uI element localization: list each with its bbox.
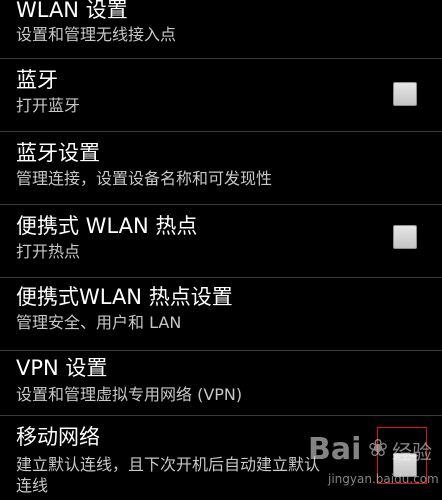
- pref-title: 蓝牙: [16, 68, 58, 92]
- pref-title: WLAN 设置: [16, 0, 128, 22]
- pref-summary: 设置和管理虚拟专用网络 (VPN): [16, 385, 243, 404]
- watermark-logo-suffix: 经验: [392, 440, 432, 464]
- paw-icon: ❀: [368, 434, 389, 462]
- pref-summary: 设置和管理无线接入点: [16, 25, 177, 44]
- bluetooth-checkbox[interactable]: [393, 82, 417, 106]
- watermark-logo-text: Bai: [308, 432, 362, 467]
- baidu-watermark: Bai ❀ 经验 jingyan.baidu.com: [300, 430, 440, 500]
- pref-summary: 建立默认连线，且下次开机后自动建立默认: [16, 455, 321, 474]
- pref-bluetooth[interactable]: 蓝牙 打开蓝牙: [0, 59, 442, 131]
- pref-wlan-settings[interactable]: WLAN 设置 设置和管理无线接入点: [0, 0, 442, 58]
- pref-bluetooth-settings[interactable]: 蓝牙设置 管理连接，设置设备名称和可发现性: [0, 132, 442, 204]
- pref-summary: 管理连接，设置设备名称和可发现性: [16, 169, 273, 188]
- hotspot-checkbox[interactable]: [393, 225, 417, 249]
- pref-title: 便携式WLAN 热点设置: [16, 285, 233, 309]
- pref-hotspot-settings[interactable]: 便携式WLAN 热点设置 管理安全、用户和 LAN: [0, 278, 442, 350]
- watermark-url: jingyan.baidu.com: [328, 472, 439, 486]
- pref-title: VPN 设置: [16, 356, 108, 380]
- pref-title: 移动网络: [16, 425, 100, 449]
- pref-summary: 打开蓝牙: [16, 96, 81, 115]
- pref-portable-hotspot[interactable]: 便携式 WLAN 热点 打开热点: [0, 205, 442, 277]
- pref-title: 蓝牙设置: [16, 141, 100, 165]
- pref-vpn-settings[interactable]: VPN 设置 设置和管理虚拟专用网络 (VPN): [0, 351, 442, 415]
- pref-summary: 打开热点: [16, 242, 81, 261]
- pref-title: 便携式 WLAN 热点: [16, 214, 198, 238]
- wireless-settings-screen: WLAN 设置 设置和管理无线接入点 蓝牙 打开蓝牙 蓝牙设置 管理连接，设置设…: [0, 0, 442, 500]
- pref-summary-continued: 连线: [16, 476, 49, 495]
- pref-summary: 管理安全、用户和 LAN: [16, 313, 182, 332]
